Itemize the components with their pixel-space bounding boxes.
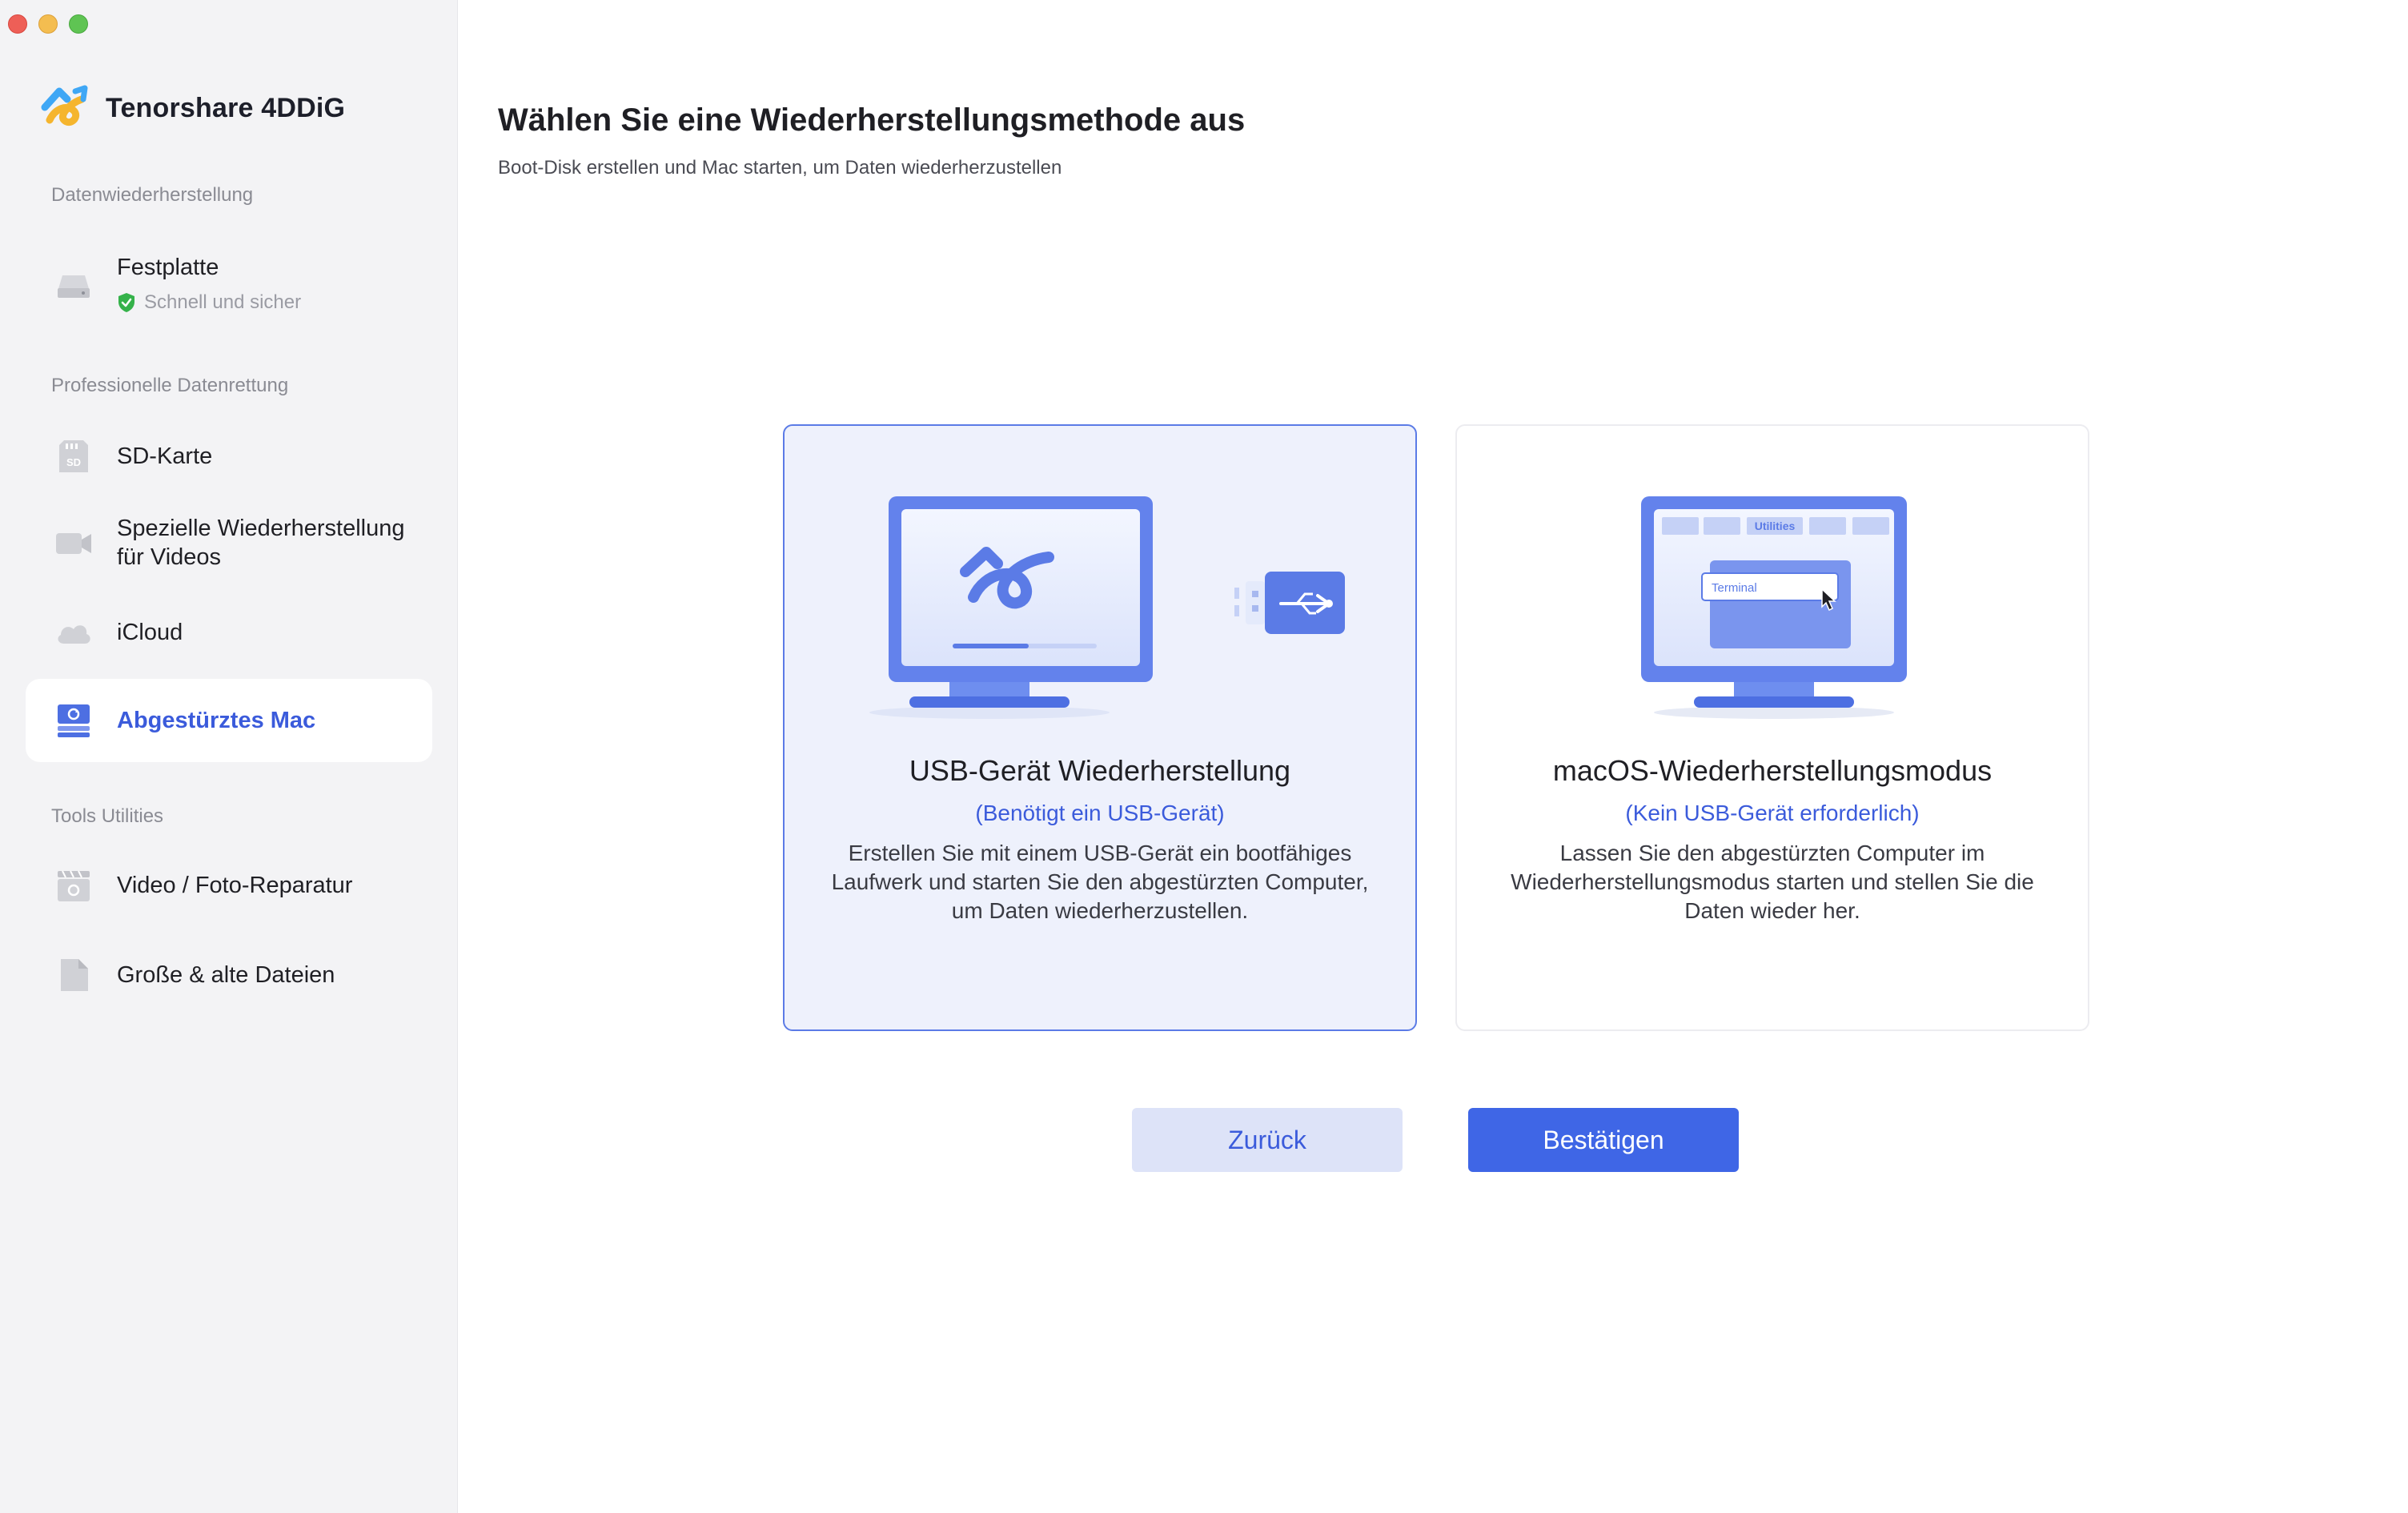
sidebar-item-label: Große & alte Dateien xyxy=(117,962,335,988)
sidebar-item-label: Video / Foto-Reparatur xyxy=(117,873,353,898)
app-window: Tenorshare 4DDiG Datenwiederherstellung … xyxy=(0,0,2408,1513)
sidebar-item-label: Spezielle Wiederherstellung für Videos xyxy=(117,516,405,570)
card-requirement-note: (Benötigt ein USB-Gerät) xyxy=(975,801,1225,825)
sidebar-item-label: Abgestürztes Mac xyxy=(117,708,316,733)
card-description: Lassen Sie den abgestürzten Computer im … xyxy=(1511,841,2034,923)
video-camera-icon xyxy=(56,533,91,554)
usb-recovery-card[interactable]: USB-Gerät Wiederherstellung (Benötigt ei… xyxy=(783,424,1417,1031)
file-icon xyxy=(61,959,88,991)
illustration-terminal-item: Terminal xyxy=(1712,581,1757,595)
page-title: Wählen Sie eine Wiederherstellungsmethod… xyxy=(498,102,1246,138)
card-title: macOS-Wiederherstellungsmodus xyxy=(1552,754,1993,787)
crashed-mac-icon xyxy=(58,704,90,737)
app-brand: Tenorshare 4DDiG xyxy=(38,80,345,136)
maximize-window-button[interactable] xyxy=(69,14,88,34)
page-subtitle: Boot-Disk erstellen und Mac starten, um … xyxy=(498,157,1062,179)
close-window-button[interactable] xyxy=(8,14,27,34)
sidebar-item-icloud[interactable]: iCloud xyxy=(26,607,432,658)
sidebar-item-label: Festplatte xyxy=(117,255,219,280)
sidebar-item-video-recovery[interactable]: Spezielle Wiederherstellung für Videos xyxy=(26,509,432,576)
sidebar-item-subtitle: Schnell und sicher xyxy=(144,291,302,313)
sidebar-item-hard-drive[interactable]: Festplatte Schnell und sicher xyxy=(26,232,432,335)
hard-drive-icon xyxy=(58,275,90,298)
illustration-utilities-tab: Utilities xyxy=(1755,520,1796,532)
sidebar-item-label: iCloud xyxy=(117,620,183,645)
sidebar-item-label: SD-Karte xyxy=(117,443,213,469)
confirm-button[interactable]: Bestätigen xyxy=(1468,1108,1739,1172)
macos-recovery-mode-card[interactable]: Utilities Terminal macOS-Wiederherstellu… xyxy=(1455,424,2089,1031)
app-logo-icon xyxy=(41,85,88,126)
minimize-window-button[interactable] xyxy=(38,14,58,34)
card-description: Erstellen Sie mit einem USB-Gerät ein bo… xyxy=(831,841,1369,923)
sd-card-icon: SD xyxy=(59,440,88,472)
svg-text:SD: SD xyxy=(66,456,81,468)
cloud-icon xyxy=(58,625,90,644)
card-title: USB-Gerät Wiederherstellung xyxy=(909,754,1291,787)
app-name: Tenorshare 4DDiG xyxy=(106,92,346,123)
sidebar-item-crashed-mac[interactable]: Abgestürztes Mac xyxy=(26,679,432,762)
sidebar-item-sd-card[interactable]: SD SD-Karte xyxy=(26,431,432,482)
sidebar: Tenorshare 4DDiG Datenwiederherstellung … xyxy=(0,0,458,1513)
sidebar-item-large-old-files[interactable]: Große & alte Dateien xyxy=(26,949,432,1001)
window-controls xyxy=(8,14,88,34)
sidebar-item-video-photo-repair[interactable]: Video / Foto-Reparatur xyxy=(26,860,432,911)
shield-check-icon xyxy=(118,293,134,312)
usb-recovery-illustration xyxy=(869,496,1345,719)
macos-recovery-illustration: Utilities Terminal xyxy=(1641,496,1907,719)
section-label-tools: Tools Utilities xyxy=(51,805,164,827)
section-label-data-recovery: Datenwiederherstellung xyxy=(51,184,254,206)
clapperboard-icon xyxy=(58,870,90,901)
back-button[interactable]: Zurück xyxy=(1132,1108,1403,1172)
card-requirement-note: (Kein USB-Gerät erforderlich) xyxy=(1625,801,1920,825)
section-label-professional: Professionelle Datenrettung xyxy=(51,375,289,396)
